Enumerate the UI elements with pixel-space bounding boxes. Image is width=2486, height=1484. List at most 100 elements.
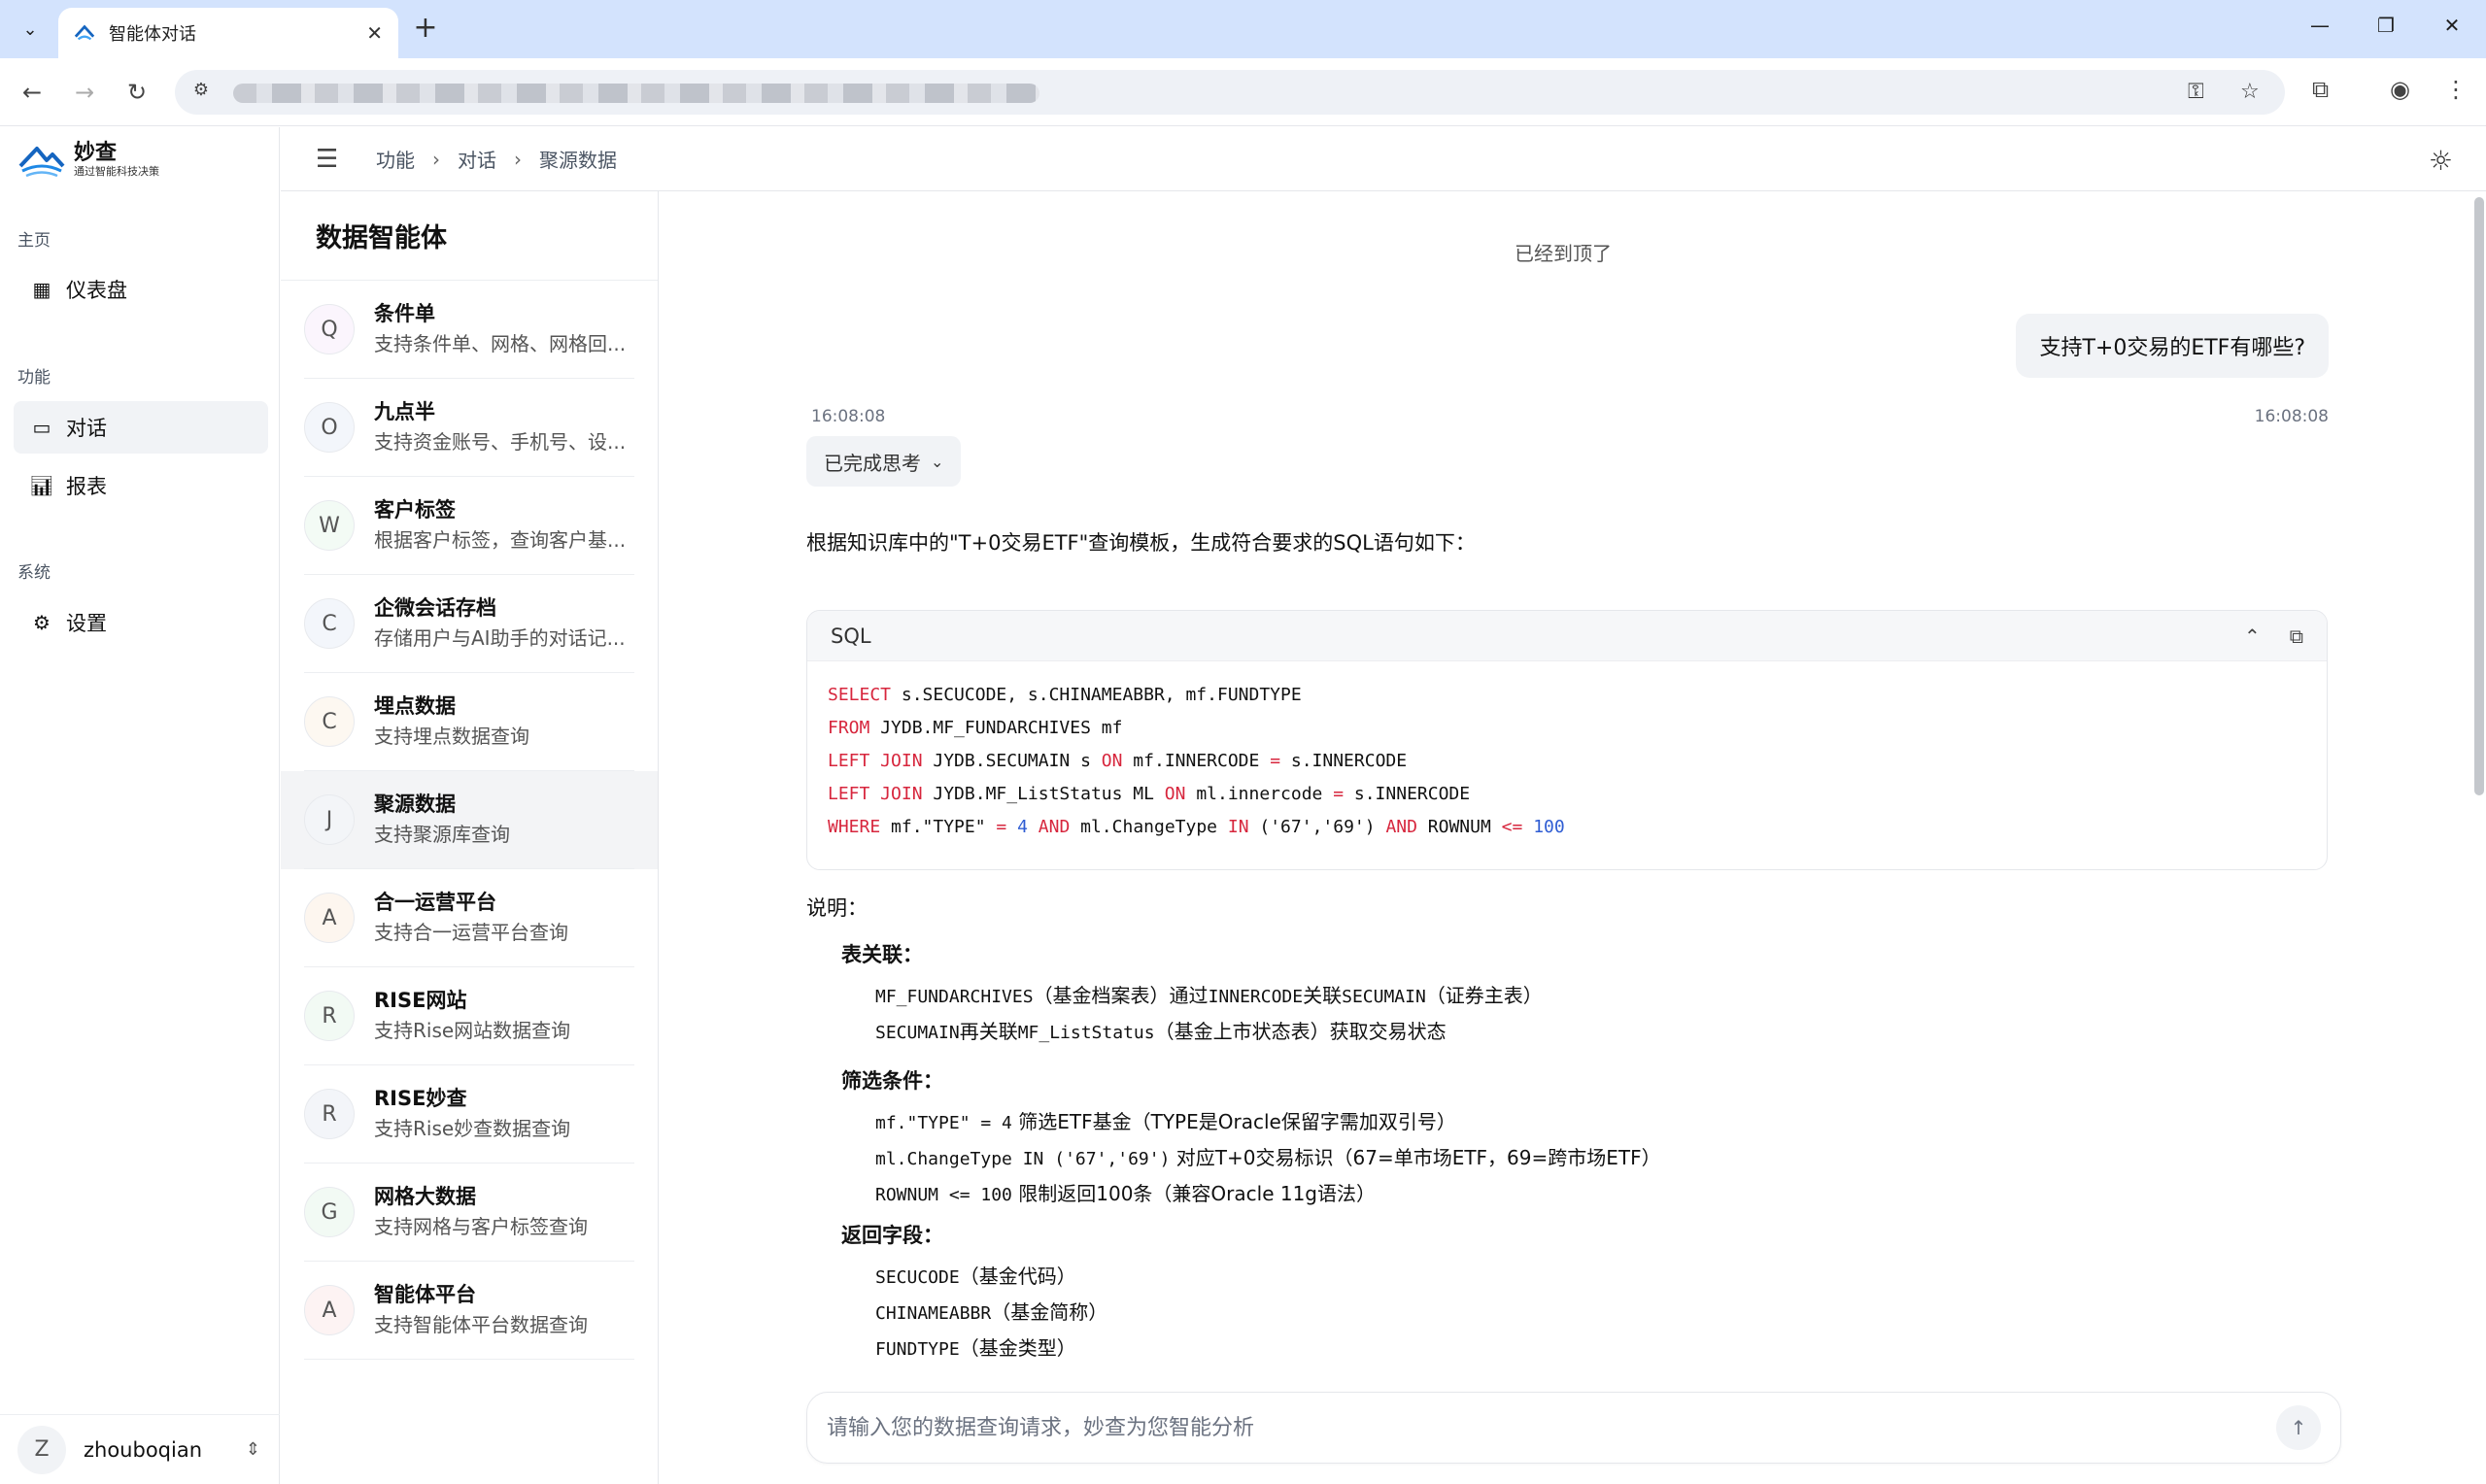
logo-mark-icon	[18, 147, 65, 178]
sidebar-item-label: 报表	[66, 475, 107, 498]
tab-title: 智能体对话	[109, 24, 196, 45]
chat-input-box[interactable]: ↑	[806, 1392, 2341, 1464]
agent-description: 支持Rise妙查数据查询	[374, 1117, 571, 1140]
sidebar: 妙查 通过智能科技决策 主页 ▦ 仪表盘 功能 ▭ 对话 📊︎ 报表 系统 ⚙ …	[0, 127, 280, 1484]
agent-item[interactable]: C 企微会话存档 存储用户与AI助手的对话记...	[281, 575, 658, 673]
app-root: 妙查 通过智能科技决策 主页 ▦ 仪表盘 功能 ▭ 对话 📊︎ 报表 系统 ⚙ …	[0, 127, 2486, 1484]
section-features-label: 功能	[17, 368, 51, 388]
password-key-icon[interactable]: ⚿	[2188, 80, 2204, 104]
agent-item[interactable]: R RISE网站 支持Rise网站数据查询	[281, 967, 658, 1065]
breadcrumb-item: 聚源数据	[539, 149, 617, 172]
agent-item[interactable]: J 聚源数据 支持聚源库查询	[281, 771, 658, 869]
sidebar-item-label: 仪表盘	[66, 279, 127, 302]
bot-message-time: 16:08:08	[811, 407, 886, 426]
thinking-toggle[interactable]: 已完成思考 ⌄	[806, 436, 962, 487]
list-item: MF_FUNDARCHIVES（基金档案表）通过INNERCODE关联SECUM…	[875, 984, 1543, 1007]
chat-bubble-icon: ▭	[32, 416, 51, 439]
agent-description: 支持埋点数据查询	[374, 725, 529, 748]
breadcrumb-item[interactable]: 对话	[458, 145, 496, 173]
agent-avatar: C	[304, 598, 355, 649]
agent-name: 九点半	[374, 400, 435, 423]
url-text-blurred	[233, 84, 1039, 103]
agent-item[interactable]: A 合一运营平台 支持合一运营平台查询	[281, 869, 658, 967]
agent-item[interactable]: W 客户标签 根据客户标签，查询客户基...	[281, 477, 658, 575]
address-bar[interactable]: ⚙ ⚿ ☆	[175, 70, 2285, 115]
site-info-icon[interactable]: ⚙	[188, 80, 214, 105]
browser-menu-icon[interactable]: ⋮	[2444, 76, 2468, 103]
minimize-icon[interactable]: —	[2300, 14, 2339, 37]
agent-avatar: A	[304, 1285, 355, 1335]
collapse-chevron-up-icon[interactable]: ⌃	[2244, 624, 2261, 648]
list-item: mf."TYPE" = 4 筛选ETF基金（TYPE是Oracle保留字需加双引…	[875, 1110, 1456, 1133]
list-item: CHINAMEABBR（基金简称）	[875, 1300, 1108, 1324]
agent-item[interactable]: A 智能体平台 支持智能体平台数据查询	[281, 1262, 658, 1360]
chevron-right-icon: ›	[514, 147, 522, 171]
chat-input[interactable]	[827, 1415, 2276, 1440]
tab-close-icon[interactable]: ✕	[366, 21, 383, 45]
fields-title: 返回字段：	[841, 1224, 943, 1247]
agent-description: 支持网格与客户标签查询	[374, 1215, 588, 1238]
agent-description: 支持Rise网站数据查询	[374, 1019, 571, 1042]
agent-description: 支持资金账号、手机号、设...	[374, 430, 627, 454]
agent-name: 条件单	[374, 302, 435, 325]
logo[interactable]: 妙查 通过智能科技决策	[17, 141, 159, 180]
list-item: FUNDTYPE（基金类型）	[875, 1336, 1076, 1360]
agent-item[interactable]: C 埋点数据 支持埋点数据查询	[281, 673, 658, 771]
table-join-title: 表关联：	[841, 943, 923, 966]
agent-avatar: J	[304, 794, 355, 845]
new-tab-button[interactable]: +	[410, 14, 441, 45]
app-favicon-icon	[74, 24, 95, 41]
agent-name: 智能体平台	[374, 1283, 476, 1306]
chevron-down-icon: ⌄	[931, 452, 944, 471]
sidebar-item-chat[interactable]: ▭ 对话	[14, 401, 268, 454]
tab-search-chevron-icon[interactable]: ⌄	[14, 14, 47, 45]
logo-name: 妙查	[74, 141, 118, 165]
sidebar-item-dashboard[interactable]: ▦ 仪表盘	[14, 263, 268, 316]
agent-avatar: R	[304, 991, 355, 1041]
agent-item[interactable]: R RISE妙查 支持Rise妙查数据查询	[281, 1065, 658, 1164]
agent-name: 埋点数据	[374, 694, 456, 718]
profile-icon[interactable]: ◉	[2390, 76, 2410, 103]
forward-icon[interactable]: →	[70, 78, 99, 107]
sidebar-item-settings[interactable]: ⚙ 设置	[14, 596, 268, 649]
browser-tab-bar: ⌄ 智能体对话 ✕ + — ❐ ✕	[0, 0, 2486, 58]
agent-item[interactable]: G 网格大数据 支持网格与客户标签查询	[281, 1164, 658, 1262]
scrollbar[interactable]	[2474, 197, 2484, 795]
back-icon[interactable]: ←	[17, 78, 47, 107]
agent-item[interactable]: O 九点半 支持资金账号、手机号、设...	[281, 379, 658, 477]
restore-icon[interactable]: ❐	[2367, 14, 2405, 37]
breadcrumb-item[interactable]: 功能	[376, 145, 415, 173]
sql-code: SELECT s.SECUCODE, s.CHINAMEABBR, mf.FUN…	[828, 685, 1565, 837]
send-button[interactable]: ↑	[2276, 1405, 2321, 1450]
agent-list-title: 数据智能体	[281, 191, 658, 281]
top-reached-notice: 已经到顶了	[1515, 242, 1612, 265]
agent-description: 根据客户标签，查询客户基...	[374, 528, 627, 552]
copy-icon[interactable]: ⧉	[2290, 624, 2303, 648]
arrow-up-icon: ↑	[2290, 1416, 2307, 1439]
agent-item[interactable]: Q 条件单 支持条件单、网格、网格回...	[281, 281, 658, 379]
agent-name: 网格大数据	[374, 1185, 476, 1208]
code-language-label: SQL	[831, 624, 871, 648]
list-item: ROWNUM <= 100 限制返回100条（兼容Oracle 11g语法）	[875, 1182, 1377, 1205]
sidebar-item-reports[interactable]: 📊︎ 报表	[14, 459, 268, 512]
user-menu[interactable]: Z zhouboqian ⇕	[0, 1414, 280, 1484]
browser-tab[interactable]: 智能体对话 ✕	[58, 8, 398, 58]
sidebar-item-label: 设置	[66, 612, 107, 635]
extensions-icon[interactable]: ⧉	[2312, 76, 2329, 103]
chevron-up-down-icon[interactable]: ⇕	[246, 1439, 260, 1460]
agent-avatar: Q	[304, 304, 355, 354]
agent-name: 企微会话存档	[374, 596, 496, 620]
agent-list: Q 条件单 支持条件单、网格、网格回... O 九点半 支持资金账号、手机号、设... W 客…	[281, 281, 658, 1360]
answer-intro: 根据知识库中的"T+0交易ETF"查询模板，生成符合要求的SQL语句如下：	[806, 531, 1476, 555]
explanation: 说明： 表关联： MF_FUNDARCHIVES（基金档案表）通过INNERCO…	[806, 885, 2322, 1362]
explanation-title: 说明：	[806, 896, 868, 920]
reload-icon[interactable]: ↻	[122, 78, 152, 107]
list-item: ml.ChangeType IN ('67','69') 对应T+0交易标识（6…	[875, 1146, 1661, 1169]
agent-avatar: R	[304, 1089, 355, 1139]
list-item: SECUCODE（基金代码）	[875, 1265, 1076, 1288]
chat-scroll-area[interactable]: 已经到顶了 16:08:08 支持T+0交易的ETF有哪些? 16:08:08 …	[660, 191, 2486, 1362]
hamburger-menu-icon[interactable]: ☰	[316, 145, 347, 174]
window-close-icon[interactable]: ✕	[2433, 14, 2471, 37]
theme-toggle-sun-icon[interactable]: ☼	[2429, 145, 2453, 177]
bookmark-star-icon[interactable]: ☆	[2240, 80, 2260, 104]
